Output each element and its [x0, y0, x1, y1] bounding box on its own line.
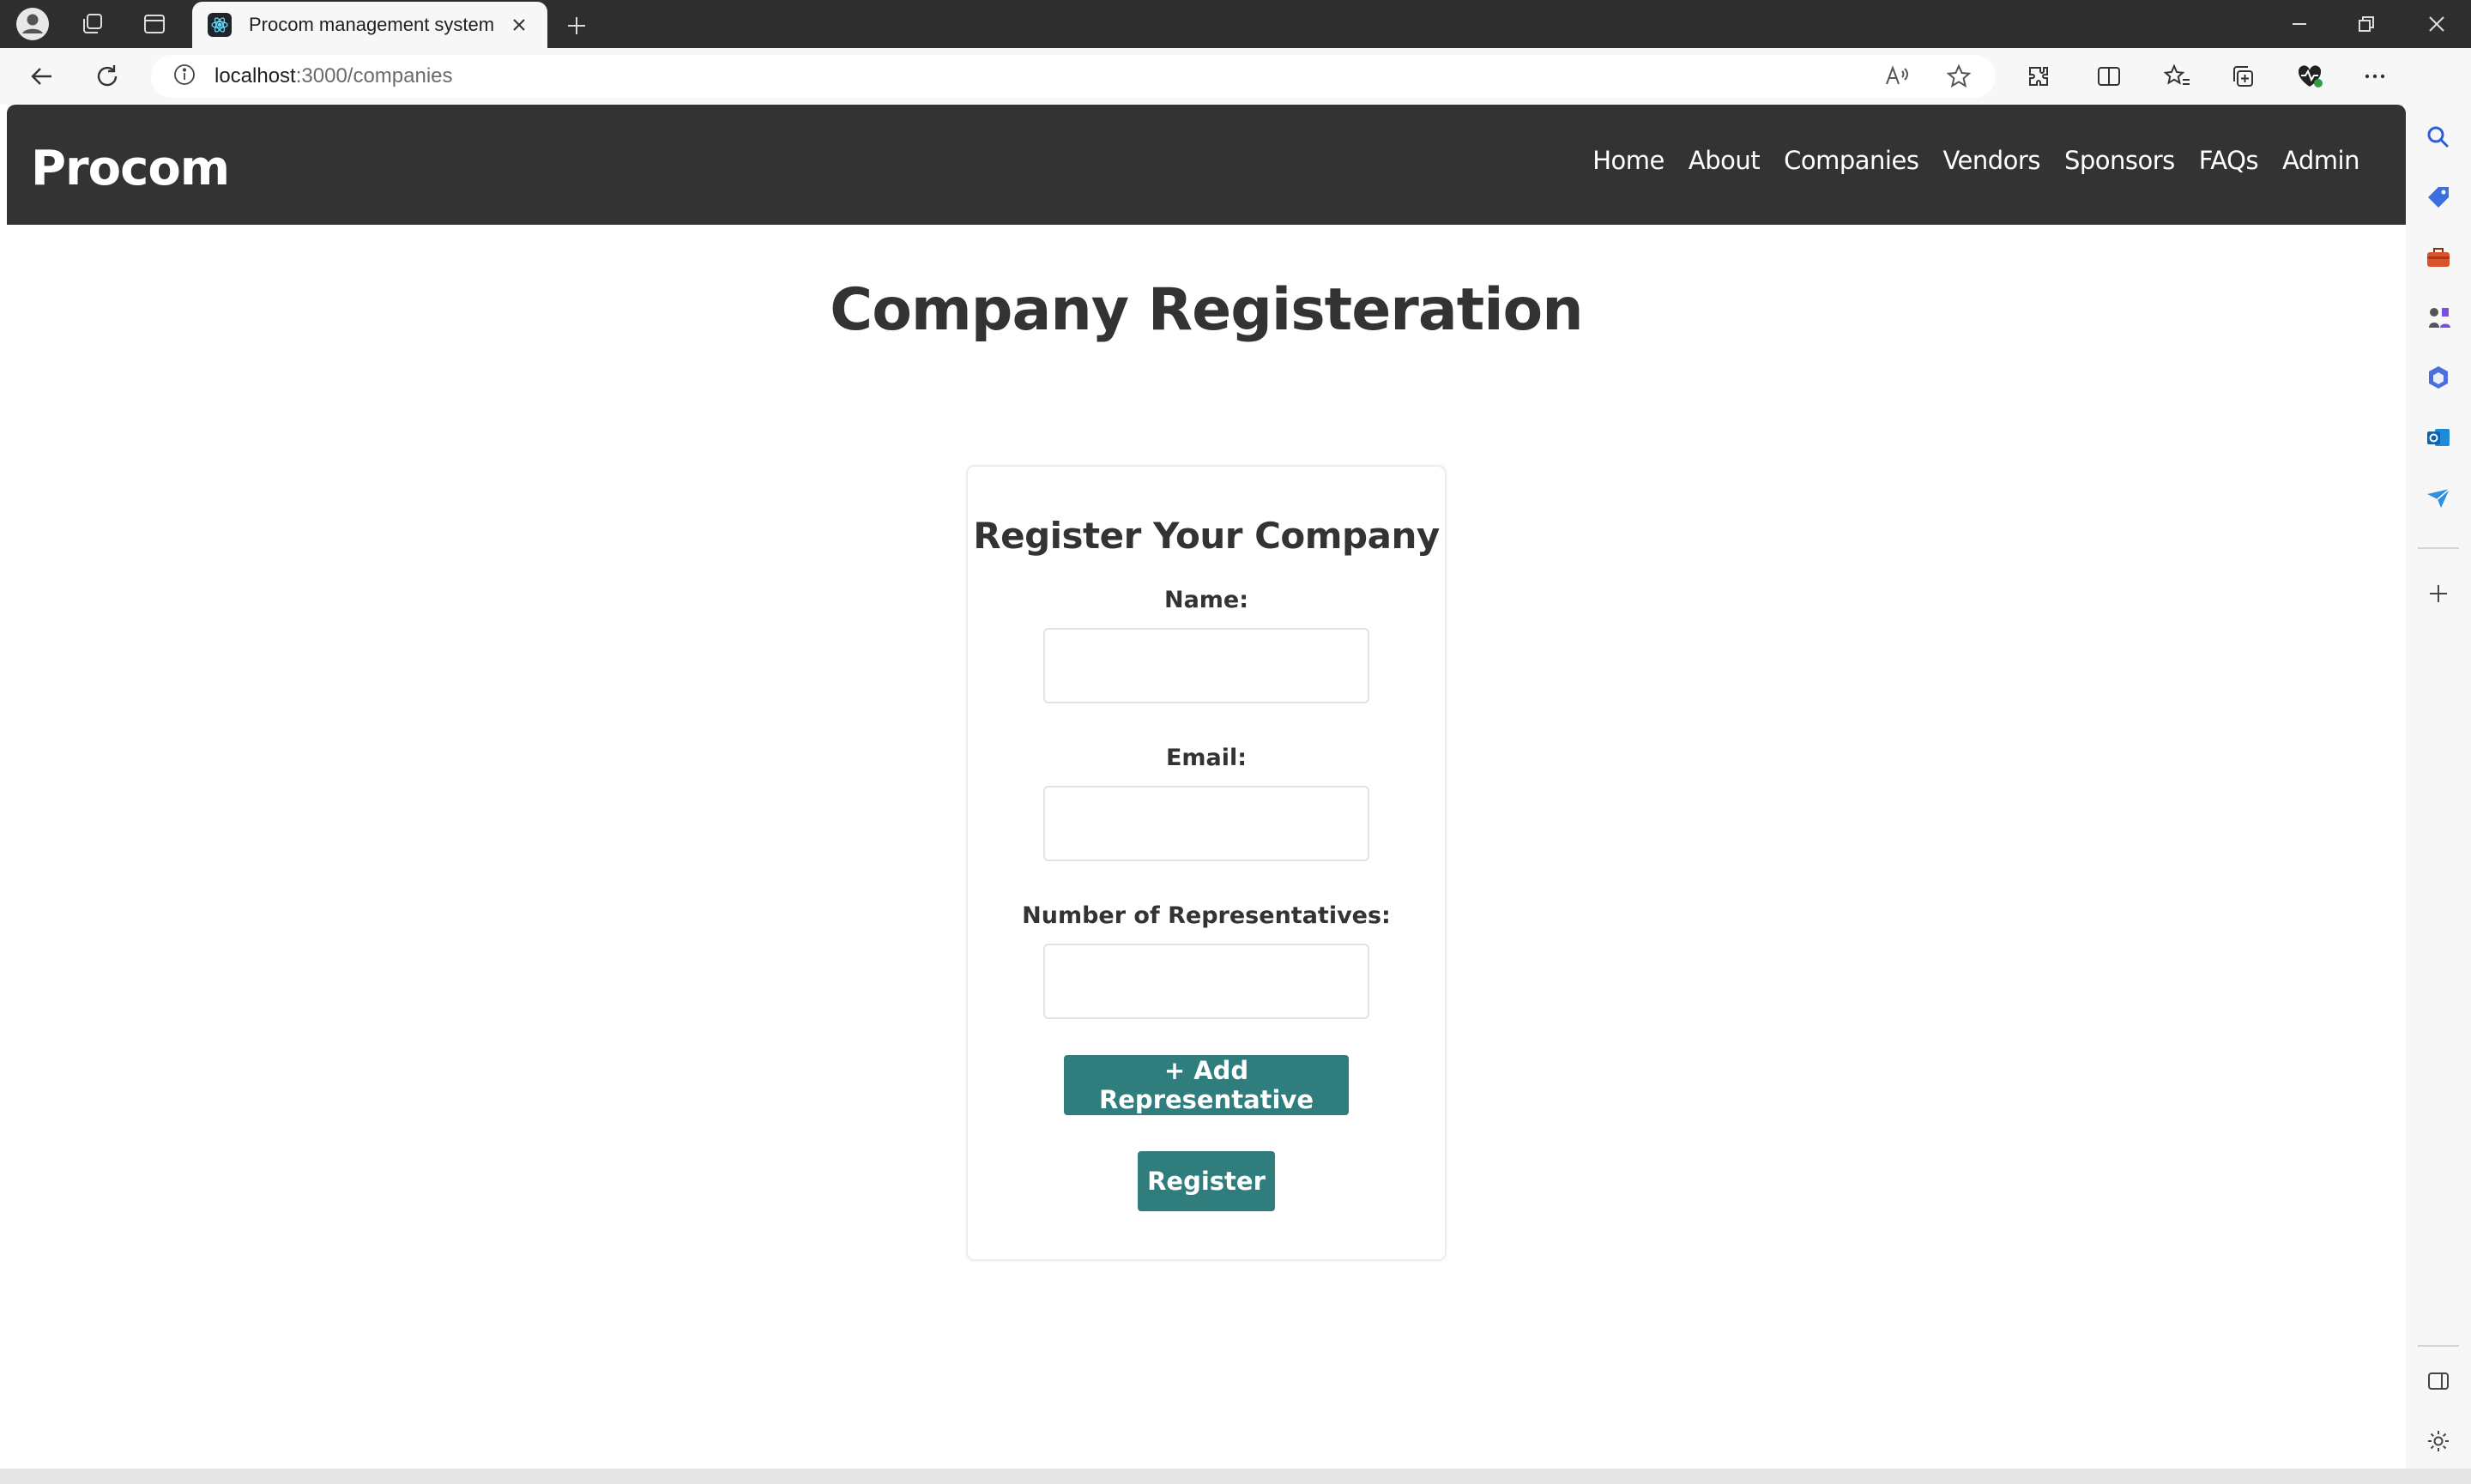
url-field[interactable]: localhost:3000/companies — [151, 55, 1996, 98]
outlook-icon[interactable] — [2421, 420, 2456, 455]
react-favicon-icon — [208, 13, 232, 37]
settings-gear-icon[interactable] — [2421, 1424, 2456, 1458]
workspaces-icon[interactable] — [69, 5, 117, 43]
url-path: :3000/companies — [295, 64, 453, 87]
page-title: Company Registeration — [830, 276, 1583, 344]
nav-link-home[interactable]: Home — [1592, 146, 1664, 175]
new-tab-plus-icon[interactable] — [558, 7, 595, 45]
add-sidebar-app-icon[interactable] — [2421, 576, 2456, 611]
browser-address-bar: localhost:3000/companies — [0, 48, 2471, 105]
search-icon[interactable] — [2421, 120, 2456, 154]
edge-sidebar — [2406, 48, 2471, 1477]
close-window-icon[interactable] — [2402, 0, 2471, 48]
drop-send-icon[interactable] — [2421, 480, 2456, 515]
add-representative-button[interactable]: + Add Representative — [1064, 1055, 1349, 1115]
nav-link-companies[interactable]: Companies — [1784, 146, 1919, 175]
extensions-icon[interactable] — [2015, 57, 2063, 95]
window-bottom-edge — [0, 1469, 2471, 1484]
page-viewport: Procom Home About Companies Vendors Spon… — [7, 105, 2406, 1469]
nav-link-vendors[interactable]: Vendors — [1942, 146, 2040, 175]
games-chess-icon[interactable] — [2421, 300, 2456, 335]
microsoft-365-icon[interactable] — [2421, 360, 2456, 395]
name-input[interactable] — [1043, 628, 1369, 703]
restore-icon[interactable] — [2332, 0, 2401, 48]
registration-form-card: Register Your Company Name: Email: Numbe… — [966, 465, 1447, 1261]
split-screen-icon[interactable] — [2085, 57, 2133, 95]
tools-briefcase-icon[interactable] — [2421, 240, 2456, 274]
hide-sidebar-icon[interactable] — [2421, 1364, 2456, 1398]
form-heading: Register Your Company — [973, 515, 1440, 557]
sidebar-divider — [2418, 1345, 2459, 1347]
site-info-icon[interactable] — [173, 63, 196, 90]
nav-links: Home About Companies Vendors Sponsors FA… — [1592, 146, 2359, 175]
shopping-tag-icon[interactable] — [2421, 180, 2456, 214]
email-input[interactable] — [1043, 786, 1369, 861]
collections-icon[interactable] — [2219, 57, 2267, 95]
refresh-icon[interactable] — [86, 57, 129, 95]
favorites-icon[interactable] — [2154, 57, 2202, 95]
close-tab-icon[interactable] — [506, 12, 532, 38]
browser-tab-bar: Procom management system — [0, 0, 2471, 48]
nav-link-admin[interactable]: Admin — [2282, 146, 2359, 175]
tab-title: Procom management system — [249, 14, 495, 35]
site-navbar: Procom Home About Companies Vendors Spon… — [7, 105, 2406, 225]
nav-link-about[interactable]: About — [1689, 146, 1761, 175]
minimize-icon[interactable] — [2265, 0, 2334, 48]
representatives-count-label: Number of Representatives: — [1022, 902, 1391, 929]
url-host: localhost — [214, 64, 296, 87]
nav-link-faqs[interactable]: FAQs — [2199, 146, 2259, 175]
url-text: localhost:3000/companies — [214, 64, 453, 88]
read-aloud-icon[interactable] — [1876, 57, 1918, 95]
nav-link-sponsors[interactable]: Sponsors — [2064, 146, 2175, 175]
browser-essentials-icon[interactable] — [2286, 57, 2334, 95]
tab-actions-icon[interactable] — [130, 5, 178, 43]
name-label: Name: — [1163, 587, 1249, 613]
sidebar-divider — [2418, 547, 2459, 549]
brand-logo[interactable]: Procom — [31, 141, 230, 196]
back-arrow-icon[interactable] — [21, 57, 63, 95]
favorite-star-icon[interactable] — [1937, 57, 1980, 95]
profile-icon[interactable] — [9, 5, 57, 43]
email-label: Email: — [1165, 745, 1248, 771]
active-tab[interactable]: Procom management system — [192, 2, 547, 48]
representatives-count-input[interactable] — [1043, 944, 1369, 1019]
more-options-icon[interactable] — [2351, 57, 2399, 95]
register-button[interactable]: Register — [1138, 1151, 1275, 1211]
